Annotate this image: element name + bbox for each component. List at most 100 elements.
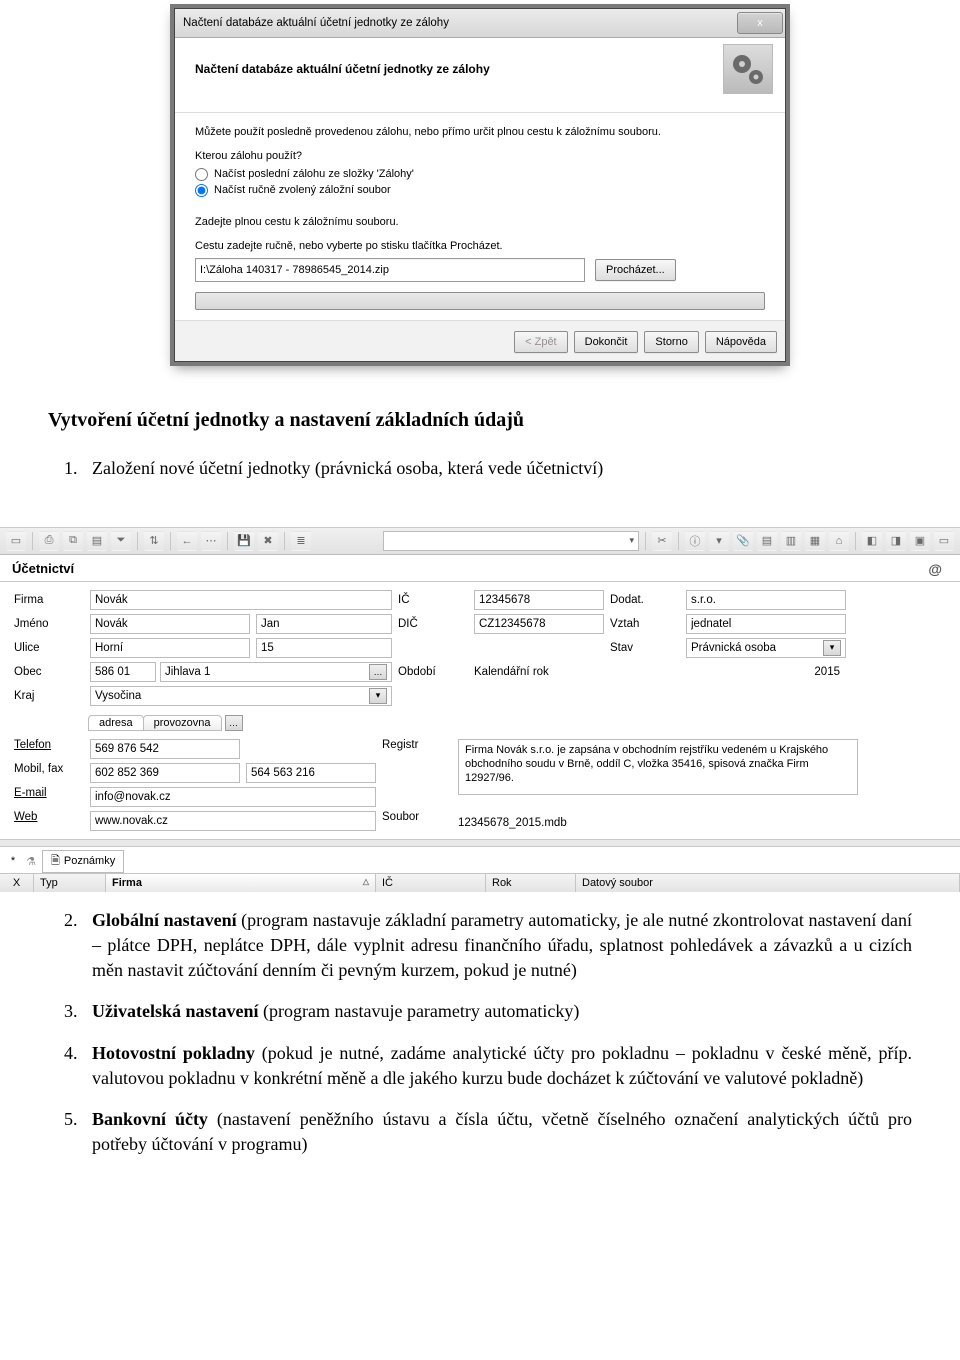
inp-fax[interactable] [246, 763, 376, 783]
list-item-3-rest: (program nastavuje parametry automaticky… [259, 1001, 580, 1021]
lbl-ic: IČ [398, 594, 468, 606]
inp-dodat[interactable] [686, 590, 846, 610]
tb-filter-icon[interactable]: ⏷ [111, 531, 131, 551]
dialog-header: Načtení databáze aktuální účetní jednotk… [175, 38, 785, 113]
inp-vztah[interactable] [686, 614, 846, 634]
inp-stav[interactable]: Právnická osoba ▾ [686, 638, 846, 658]
inp-email[interactable] [90, 787, 376, 807]
radio-manual-file-input[interactable] [195, 184, 208, 197]
tab-adresa[interactable]: adresa [88, 715, 144, 731]
tb-sep [227, 532, 228, 550]
back-button[interactable]: < Zpět [514, 331, 568, 353]
list-item-2-bold: Globální nastavení [92, 910, 237, 930]
inp-kraj[interactable]: Vysočina ▾ [90, 686, 392, 706]
inp-telefon[interactable] [90, 739, 240, 759]
dialog-question: Kterou zálohu použít? [195, 150, 765, 162]
browse-button[interactable]: Procházet... [595, 259, 676, 281]
tb-acc1-icon[interactable]: ▤ [757, 531, 777, 551]
inp-ulice-no[interactable] [256, 638, 392, 658]
tb-cancel-icon[interactable]: ✖ [258, 531, 278, 551]
tb-print-icon[interactable]: ⎙ [39, 531, 59, 551]
tb-sort-icon[interactable]: ⇅ [144, 531, 164, 551]
tb-save-icon[interactable]: 💾 [234, 531, 254, 551]
radio-manual-file-label: Načíst ručně zvolený záložní soubor [214, 184, 391, 196]
tb-sep [137, 532, 138, 550]
tb-win1-icon[interactable]: ◧ [862, 531, 882, 551]
col-firma[interactable]: Firma △ [106, 874, 376, 892]
tb-list-icon[interactable]: ≣ [291, 531, 311, 551]
list-item-5-rest: (nastavení peněžního ústavu a čísla účtu… [92, 1109, 912, 1154]
col-x[interactable]: X [0, 874, 34, 892]
doc-heading: Vytvoření účetní jednotky a nastavení zá… [48, 406, 912, 434]
section-title: Účetnictví [12, 561, 74, 576]
tb-new-icon[interactable]: ▭ [6, 531, 26, 551]
tb-acc2-icon[interactable]: ▥ [781, 531, 801, 551]
tb-forward-icon[interactable]: ⋯ [201, 531, 221, 551]
tb-back-icon[interactable]: ← [177, 531, 197, 551]
radio-manual-file[interactable]: Načíst ručně zvolený záložní soubor [195, 184, 765, 197]
finish-button[interactable]: Dokončit [574, 331, 639, 353]
radio-last-backup-input[interactable] [195, 168, 208, 181]
help-button[interactable]: Nápověda [705, 331, 777, 353]
path-input[interactable] [195, 258, 585, 282]
col-ic[interactable]: IČ [376, 874, 486, 892]
inp-mobil[interactable] [90, 763, 240, 783]
lbl-vztah: Vztah [610, 618, 680, 630]
titlebar-text: Načtení databáze aktuální účetní jednotk… [183, 17, 449, 29]
ellipsis-icon[interactable]: … [225, 715, 243, 731]
tb-calc-icon[interactable]: ⌂ [829, 531, 849, 551]
tb-sep [678, 532, 679, 550]
grid-separator [0, 839, 960, 847]
inp-ic[interactable] [474, 590, 604, 610]
inp-jmeno-last[interactable] [90, 614, 250, 634]
tb-win4-icon[interactable]: ▭ [934, 531, 954, 551]
tb-acc3-icon[interactable]: ▦ [805, 531, 825, 551]
inp-jmeno-first[interactable] [256, 614, 392, 634]
col-typ[interactable]: Typ [34, 874, 106, 892]
tb-win2-icon[interactable]: ◨ [886, 531, 906, 551]
inp-ulice[interactable] [90, 638, 250, 658]
tb-sep [645, 532, 646, 550]
tab-poznamky[interactable]: 🗎 Poznámky [42, 850, 124, 873]
chevron-down-icon[interactable]: ▾ [369, 688, 387, 704]
registr-box[interactable]: Firma Novák s.r.o. je zapsána v obchodní… [458, 739, 858, 795]
tb-preview-icon[interactable]: ⧉ [63, 531, 83, 551]
inp-psc[interactable] [90, 662, 156, 682]
cancel-button[interactable]: Storno [644, 331, 698, 353]
at-icon[interactable]: @ [928, 561, 950, 577]
lbl-soubor: Soubor [382, 811, 452, 823]
toolbar-select[interactable]: ▾ [383, 531, 639, 551]
chevron-down-icon[interactable]: ▾ [823, 640, 841, 656]
titlebar[interactable]: Načtení databáze aktuální účetní jednotk… [175, 9, 785, 38]
col-rok[interactable]: Rok [486, 874, 576, 892]
tb-win3-icon[interactable]: ▣ [910, 531, 930, 551]
tb-chevron-icon[interactable]: ▾ [709, 531, 729, 551]
tb-doc-icon[interactable]: ▤ [87, 531, 107, 551]
tb-cut-icon[interactable]: ✂ [652, 531, 672, 551]
radio-last-backup-label: Načíst poslední zálohu ze složky 'Zálohy… [214, 168, 414, 180]
lbl-kraj: Kraj [14, 690, 84, 702]
lbl-web[interactable]: Web [14, 811, 84, 823]
filter-icon[interactable]: ⚗ [20, 855, 42, 868]
lbl-obdobi: Období [398, 662, 468, 678]
tb-info-icon[interactable]: ⓘ [685, 531, 705, 551]
radio-last-backup[interactable]: Načíst poslední zálohu ze složky 'Zálohy… [195, 168, 765, 181]
tb-sep [284, 532, 285, 550]
inp-dic[interactable] [474, 614, 604, 634]
tab-poznamky-label: Poznámky [64, 855, 115, 867]
tab-provozovna[interactable]: provozovna [143, 715, 222, 731]
lbl-mobilfax: Mobil, fax [14, 763, 84, 775]
dialog-heading: Načtení databáze aktuální účetní jednotk… [195, 62, 490, 76]
col-datsoubor[interactable]: Datový soubor [576, 874, 960, 892]
inp-web[interactable] [90, 811, 376, 831]
ellipsis-icon[interactable]: … [369, 664, 387, 680]
close-icon: x [757, 17, 763, 29]
inp-mesto[interactable]: Jihlava 1 … [160, 662, 392, 682]
tb-att-icon[interactable]: 📎 [733, 531, 753, 551]
lbl-email[interactable]: E-mail [14, 787, 84, 799]
lbl-telefon[interactable]: Telefon [14, 739, 84, 751]
inp-firma[interactable] [90, 590, 392, 610]
star-tab[interactable]: * [6, 855, 20, 867]
mesto-value: Jihlava 1 [165, 666, 210, 678]
close-button[interactable]: x [737, 12, 783, 34]
